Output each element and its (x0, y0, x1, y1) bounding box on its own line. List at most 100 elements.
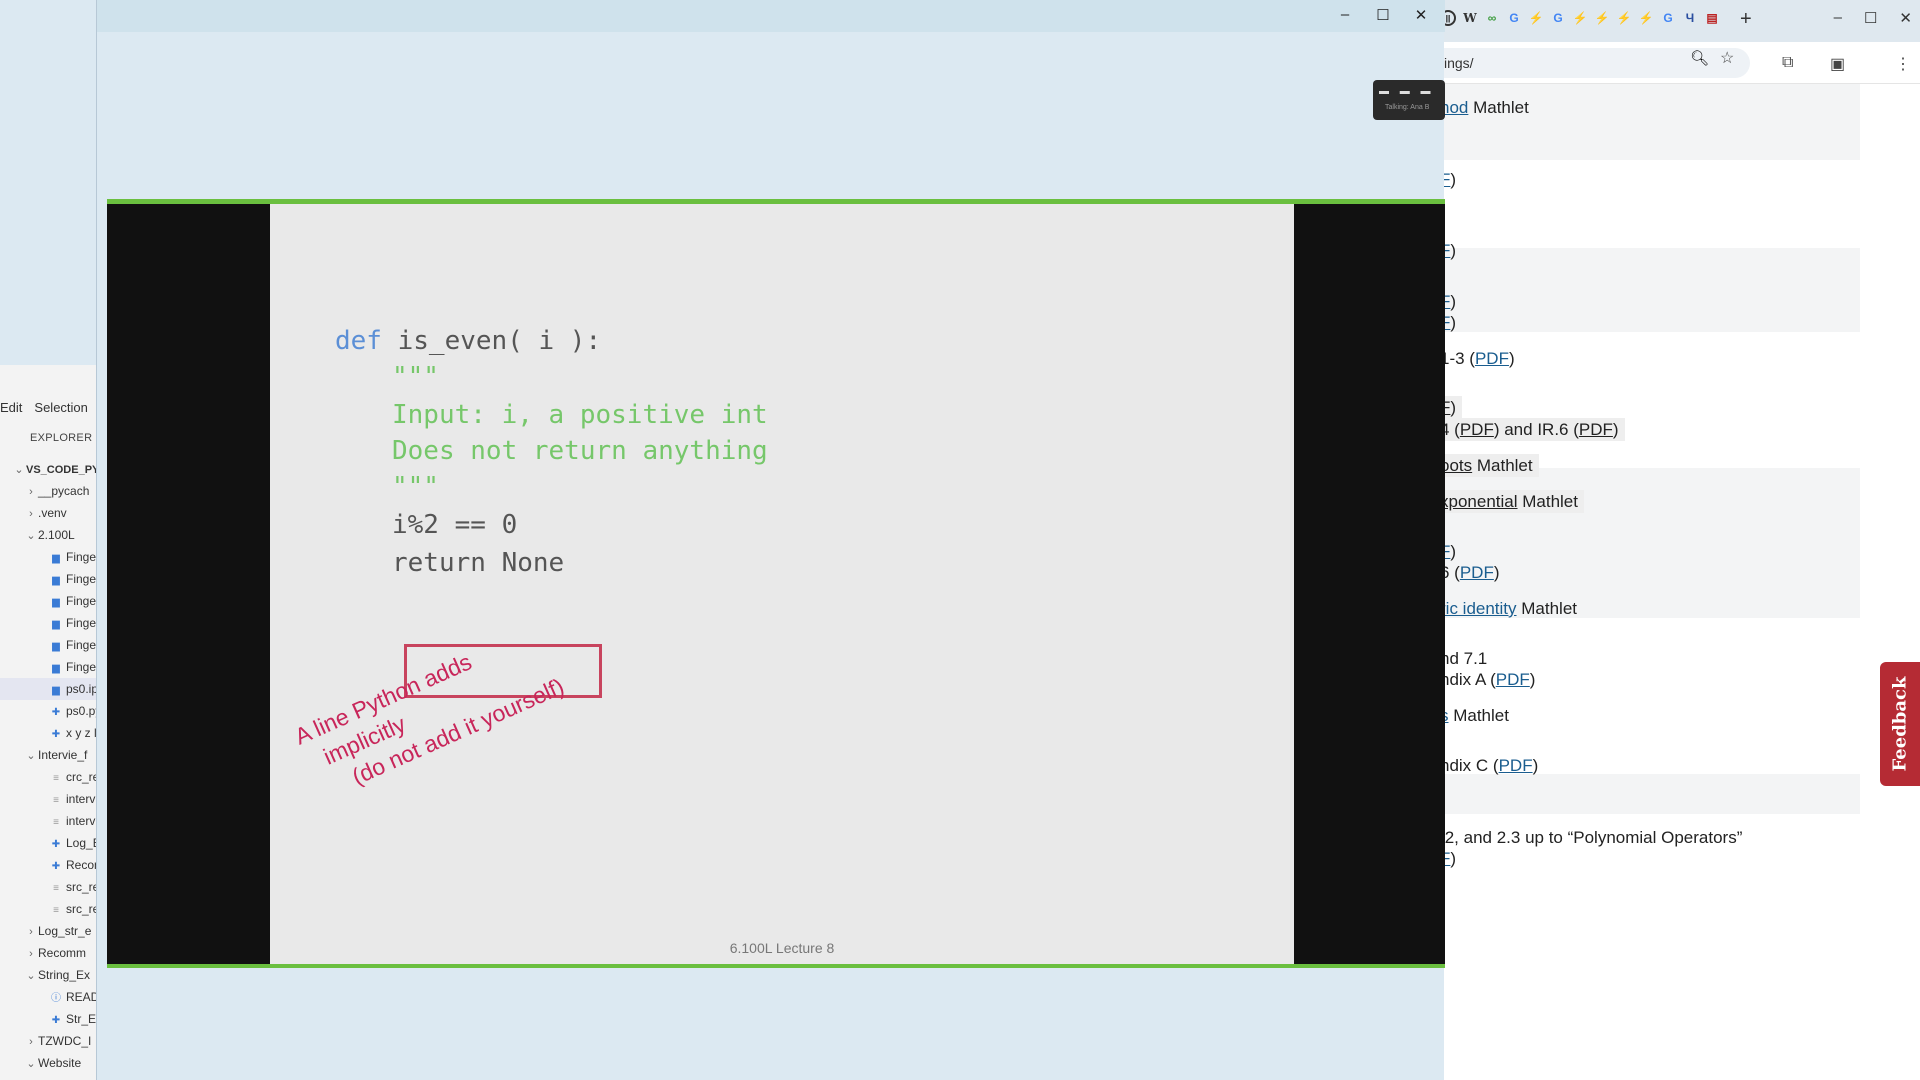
tree-item-label: x y z lan (66, 726, 100, 740)
tree-item[interactable]: ✚ x y z lan (0, 722, 100, 744)
tree-item[interactable]: › TZWDC_I (0, 1030, 100, 1052)
tab-icon[interactable]: ∞ (1484, 10, 1500, 26)
tree-item[interactable]: ▆ FingerE (0, 612, 100, 634)
tab-favicons: || W ∞ G ⚡ G ⚡ ⚡ ⚡ ⚡ G Ч ▤ (1440, 10, 1720, 26)
text-file-icon: ≡ (53, 773, 59, 784)
tree-item[interactable]: › .venv (0, 502, 100, 524)
tree-item[interactable]: ≡ intervie (0, 810, 100, 832)
reading-list-line: xponential Mathlet (1440, 490, 1584, 513)
notebook-file-icon: ▆ (52, 685, 60, 696)
tab-icon[interactable]: ⚡ (1638, 10, 1654, 26)
extensions-icon[interactable]: ⧉ (1782, 54, 1793, 72)
python-file-icon: ✚ (51, 839, 61, 850)
tab-icon[interactable]: ⚡ (1616, 10, 1632, 26)
chevron-icon: ⌄ (14, 464, 24, 476)
tree-item[interactable]: ▆ ps0.ipyı (0, 678, 100, 700)
maximize-icon[interactable]: ☐ (1375, 6, 1391, 24)
menu-selection[interactable]: Selection (34, 400, 87, 424)
tree-item[interactable]: › Recomm (0, 942, 100, 964)
tree-item-label: Website (38, 1056, 82, 1070)
wikipedia-tab-icon[interactable]: W (1462, 10, 1478, 26)
tree-item[interactable]: ≡ src_rec_ (0, 876, 100, 898)
code-token: return None (392, 548, 565, 578)
vscode-menubar: Edit Selection (0, 400, 106, 424)
chevron-icon: › (29, 508, 33, 520)
tree-item[interactable]: ⌄ Intervie_f (0, 744, 100, 766)
google-tab-icon[interactable]: G (1660, 10, 1676, 26)
webpage-content: hod Mathlet F) F) F) F) 1-3 (PDF) F) 4 (PDF) an… (1420, 84, 1900, 1080)
close-icon[interactable]: ✕ (1413, 6, 1429, 24)
text-file-icon: ≡ (53, 817, 59, 828)
info-file-icon: ⓘ (51, 993, 61, 1004)
talking-indicator: Talking: Ana B (1385, 104, 1430, 111)
notebook-file-icon: ▆ (52, 619, 60, 630)
video-frame[interactable]: A line Python adds implicitly (do not ad… (107, 204, 1445, 964)
tree-item[interactable]: ▆ FingerE (0, 568, 100, 590)
tree-item[interactable]: ▆ FingerE (0, 634, 100, 656)
pdf-link[interactable]: PDF (1460, 563, 1494, 582)
reading-list-line: 4 (PDF) and IR.6 (PDF) (1440, 418, 1625, 441)
tree-item[interactable]: ≡ intervie (0, 788, 100, 810)
file-tree: ⌄VS_CODE_PY›__pycach›.venv⌄2.100L▆Finger… (0, 458, 100, 1074)
tree-item[interactable]: ⓘ READM (0, 986, 100, 1008)
tree-item[interactable]: ⌄ VS_CODE_PY (0, 458, 100, 480)
slide-footer: 6.100L Lecture 8 (729, 940, 835, 956)
pdf-link[interactable]: PDF (1475, 349, 1509, 368)
minimize-icon[interactable]: – (1834, 9, 1842, 27)
minimize-icon[interactable]: – (1337, 6, 1353, 24)
reading-list-line: oots Mathlet (1440, 454, 1539, 477)
tab-icon[interactable]: ⚡ (1528, 10, 1544, 26)
tree-item[interactable]: ✚ ps0.py (0, 700, 100, 722)
tree-item[interactable]: ≡ crc_rec_ (0, 766, 100, 788)
browser-tab-strip: || W ∞ G ⚡ G ⚡ ⚡ ⚡ ⚡ G Ч ▤ + – ☐ ✕ (1420, 0, 1920, 42)
browser-toolbar: ings/ 🔍︎ ☆ ⧉ ▣ ⋮ (1420, 42, 1920, 84)
python-file-icon: ✚ (51, 861, 61, 872)
tree-item-label: FingerE (66, 594, 100, 608)
vscode-window: Edit Selection EXPLORER ⌄ VS_CODE_PY › __py… (0, 0, 110, 1080)
bookmark-star-icon[interactable]: ☆ (1720, 48, 1734, 68)
tab-icon[interactable]: ▤ (1704, 10, 1720, 26)
tree-item[interactable]: ⌄ Website (0, 1052, 100, 1074)
tab-icon[interactable]: Ч (1682, 10, 1698, 26)
tree-item[interactable]: ▆ FingerE (0, 546, 100, 568)
tree-item[interactable]: › Log_str_e (0, 920, 100, 942)
text-file-icon: ≡ (53, 883, 59, 894)
tree-item[interactable]: ⌄ 2.100L (0, 524, 100, 546)
tree-item[interactable]: ✚ Log_Ext (0, 832, 100, 854)
tree-item[interactable]: ▆ FingerE (0, 656, 100, 678)
menu-dots-icon[interactable]: ⋮ (1895, 54, 1911, 74)
pdf-link[interactable]: PDF (1496, 670, 1530, 689)
close-icon[interactable]: ✕ (1899, 9, 1912, 27)
pdf-link[interactable]: PDF (1499, 756, 1533, 775)
python-file-icon: ✚ (51, 707, 61, 718)
tree-item[interactable]: ✚ Recomm (0, 854, 100, 876)
tab-icon[interactable]: ⚡ (1572, 10, 1588, 26)
google-tab-icon[interactable]: G (1550, 10, 1566, 26)
tree-item[interactable]: ▆ FingerE (0, 590, 100, 612)
zoom-icon[interactable]: 🔍︎ (1690, 49, 1709, 67)
text-file-icon: ≡ (53, 795, 59, 806)
pdf-link[interactable]: ric identity (1440, 599, 1517, 618)
tab-icon[interactable]: ⚡ (1594, 10, 1610, 26)
explorer-title: EXPLORER (30, 432, 93, 444)
new-tab-button[interactable]: + (1740, 8, 1752, 31)
controls-icon: ▬ ▬ ▬ (1379, 86, 1435, 97)
meeting-mini-controls[interactable]: ▬ ▬ ▬ Talking: Ana B (1373, 80, 1445, 120)
tree-item-label: Intervie_f (38, 748, 88, 762)
tree-item[interactable]: ⌄ String_Ex (0, 964, 100, 986)
google-tab-icon[interactable]: G (1506, 10, 1522, 26)
reading-list-icon[interactable]: ▣ (1830, 54, 1845, 74)
chevron-icon: ⌄ (26, 750, 36, 762)
tree-item[interactable]: › __pycach (0, 480, 100, 502)
lecture-slide: A line Python adds implicitly (do not ad… (270, 204, 1294, 964)
code-line: Input: i, a positive int (392, 400, 768, 430)
notebook-file-icon: ▆ (52, 575, 60, 586)
maximize-icon[interactable]: ☐ (1864, 9, 1877, 27)
tree-item[interactable]: ≡ src_rec_ (0, 898, 100, 920)
browser-window-controls: – ☐ ✕ (1834, 9, 1912, 27)
tree-item[interactable]: ✚ Str_Ext. (0, 1008, 100, 1030)
code-token: Input: i, a positive int (392, 400, 768, 430)
menu-edit[interactable]: Edit (0, 400, 22, 424)
reading-list-line: hod Mathlet (1440, 98, 1529, 117)
feedback-button[interactable]: Feedback (1880, 662, 1920, 786)
